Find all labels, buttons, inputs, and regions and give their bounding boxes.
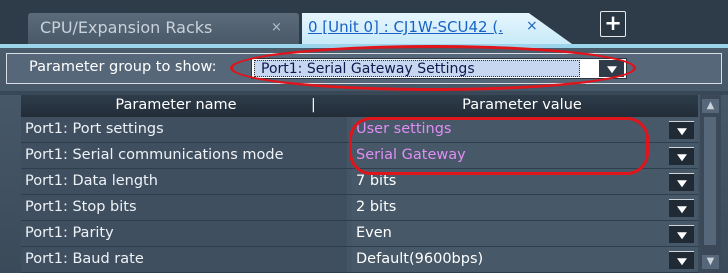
active-tab-stripe (0, 44, 728, 48)
column-header-parameter-value[interactable]: Parameter value (349, 97, 695, 113)
chevron-up-icon: ▲ (706, 100, 715, 111)
column-resize-handle[interactable]: | (311, 97, 316, 113)
parameter-editor-window: CPU/Expansion Racks × 0 [Unit 0] : CJ1W-… (0, 0, 728, 273)
parameter-value-dropdown[interactable]: Even (352, 221, 698, 246)
triangle-down-icon (676, 231, 687, 239)
parameter-value-dropdown[interactable]: 7 bits (352, 169, 698, 194)
parameter-value: 2 bits (356, 199, 397, 215)
table-row[interactable]: Port1: Stop bits 2 bits (21, 195, 698, 221)
parameter-name: Port1: Parity (21, 221, 347, 246)
parameter-value: Serial Gateway (356, 147, 466, 163)
dropdown-button[interactable] (669, 173, 694, 191)
triangle-down-icon (606, 65, 617, 73)
triangle-down-icon (676, 153, 687, 161)
table-row[interactable]: Port1: Parity Even (21, 221, 698, 247)
tab-unit-0-scu42[interactable]: 0 [Unit 0] : CJ1W-SCU42 (. × (302, 13, 572, 44)
table-row[interactable]: Port1: Data length 7 bits (21, 169, 698, 195)
triangle-down-icon (676, 179, 687, 187)
parameter-grid: Parameter name | Parameter value Port1: … (21, 95, 698, 273)
parameter-name: Port1: Serial communications mode (21, 143, 347, 168)
triangle-down-icon (676, 205, 687, 213)
parameter-value-dropdown[interactable]: Serial Gateway (352, 143, 698, 168)
tab-cpu-expansion-racks[interactable]: CPU/Expansion Racks × (28, 13, 299, 44)
parameter-group-label: Parameter group to show: (29, 59, 217, 75)
table-row[interactable]: Port1: Baud rate Default(9600bps) (21, 247, 698, 273)
tab-label: CPU/Expansion Racks (40, 18, 213, 37)
close-icon[interactable]: × (271, 20, 282, 35)
table-row[interactable]: Port1: Port settings User settings (21, 117, 698, 143)
parameter-name: Port1: Stop bits (21, 195, 347, 220)
triangle-down-icon (676, 257, 687, 265)
tab-label: 0 [Unit 0] : CJ1W-SCU42 (. (308, 18, 503, 36)
dropdown-button[interactable] (669, 225, 694, 243)
parameter-group-selected: Port1: Serial Gateway Settings (254, 60, 580, 77)
table-row[interactable]: Port1: Serial communications mode Serial… (21, 143, 698, 169)
dropdown-button[interactable] (599, 60, 624, 77)
parameter-value: User settings (356, 121, 452, 137)
dropdown-button[interactable] (669, 147, 694, 165)
grid-header: Parameter name | Parameter value (21, 95, 698, 117)
dropdown-button[interactable] (669, 199, 694, 217)
add-tab-button[interactable]: + (600, 11, 626, 37)
tab-bar: CPU/Expansion Racks × 0 [Unit 0] : CJ1W-… (0, 0, 728, 44)
parameter-name: Port1: Data length (21, 169, 347, 194)
dropdown-button[interactable] (669, 121, 694, 139)
vertical-scrollbar[interactable]: ▲ ▼ (700, 95, 721, 273)
parameter-group-dropdown[interactable]: Port1: Serial Gateway Settings (251, 58, 627, 79)
chevron-down-icon: ▼ (706, 256, 715, 267)
parameter-name: Port1: Port settings (21, 117, 347, 142)
scroll-up-button[interactable]: ▲ (702, 99, 719, 113)
parameter-value: Default(9600bps) (356, 251, 484, 267)
parameter-value: 7 bits (356, 173, 397, 189)
scroll-down-button[interactable]: ▼ (702, 255, 719, 269)
column-header-parameter-name[interactable]: Parameter name (21, 97, 331, 113)
scroll-thumb[interactable] (704, 117, 716, 245)
parameter-value-dropdown[interactable]: Default(9600bps) (352, 247, 698, 272)
parameter-name: Port1: Baud rate (21, 247, 347, 272)
parameter-value: Even (356, 225, 392, 241)
parameter-value-dropdown[interactable]: User settings (352, 117, 698, 142)
close-icon[interactable]: × (526, 18, 538, 34)
parameter-value-dropdown[interactable]: 2 bits (352, 195, 698, 220)
parameter-group-panel: Parameter group to show: Port1: Serial G… (6, 53, 722, 84)
triangle-down-icon (676, 127, 687, 135)
dropdown-button[interactable] (669, 251, 694, 269)
